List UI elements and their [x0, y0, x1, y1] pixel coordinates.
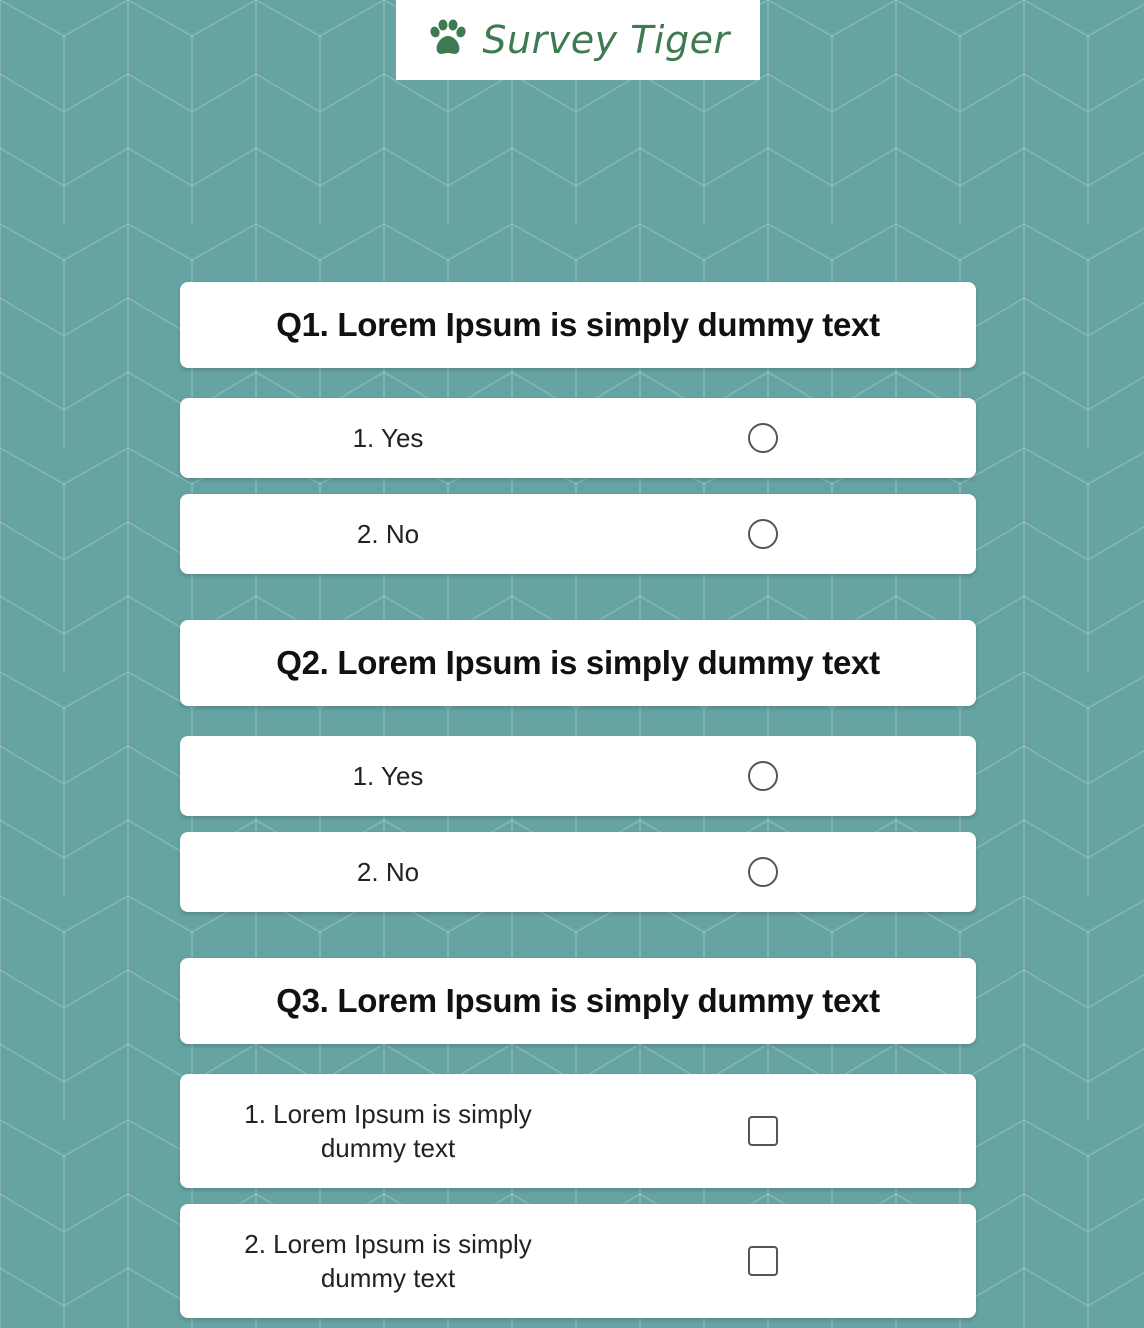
- answer-label: 2. No: [356, 519, 420, 549]
- checkbox[interactable]: [748, 1246, 778, 1276]
- question-header: Q1. Lorem Ipsum is simply dummy text: [180, 282, 976, 368]
- radio-button[interactable]: [748, 519, 778, 549]
- question-title: Q2. Lorem Ipsum is simply dummy text: [276, 644, 880, 681]
- radio-button[interactable]: [748, 857, 778, 887]
- question-3: Q3. Lorem Ipsum is simply dummy text 1. …: [180, 958, 976, 1318]
- answer-option[interactable]: 1. Lorem Ipsum is simply dummy text: [180, 1074, 976, 1188]
- answer-option[interactable]: 1. Yes: [180, 736, 976, 816]
- answer-option[interactable]: 1. Yes: [180, 398, 976, 478]
- answer-option[interactable]: 2. Lorem Ipsum is simply dummy text: [180, 1204, 976, 1318]
- answer-option[interactable]: 2. No: [180, 832, 976, 912]
- question-2: Q2. Lorem Ipsum is simply dummy text 1. …: [180, 620, 976, 912]
- question-header: Q3. Lorem Ipsum is simply dummy text: [180, 958, 976, 1044]
- answer-label: 2. No: [356, 857, 420, 887]
- radio-button[interactable]: [748, 423, 778, 453]
- question-1: Q1. Lorem Ipsum is simply dummy text 1. …: [180, 282, 976, 574]
- brand-logo[interactable]: Survey Tiger: [396, 0, 760, 80]
- answer-label: 1. Yes: [352, 761, 424, 791]
- question-title: Q3. Lorem Ipsum is simply dummy text: [276, 982, 880, 1019]
- answer-label: 1. Yes: [352, 423, 424, 453]
- survey-form: Q1. Lorem Ipsum is simply dummy text 1. …: [180, 282, 976, 1328]
- answer-option[interactable]: 2. No: [180, 494, 976, 574]
- brand-name: Survey Tiger: [482, 18, 730, 62]
- radio-button[interactable]: [748, 761, 778, 791]
- answer-label: 2. Lorem Ipsum is simply dummy text: [244, 1229, 532, 1293]
- question-header: Q2. Lorem Ipsum is simply dummy text: [180, 620, 976, 706]
- question-title: Q1. Lorem Ipsum is simply dummy text: [276, 306, 880, 343]
- answer-label: 1. Lorem Ipsum is simply dummy text: [244, 1099, 532, 1163]
- checkbox[interactable]: [748, 1116, 778, 1146]
- paw-icon: [430, 19, 467, 54]
